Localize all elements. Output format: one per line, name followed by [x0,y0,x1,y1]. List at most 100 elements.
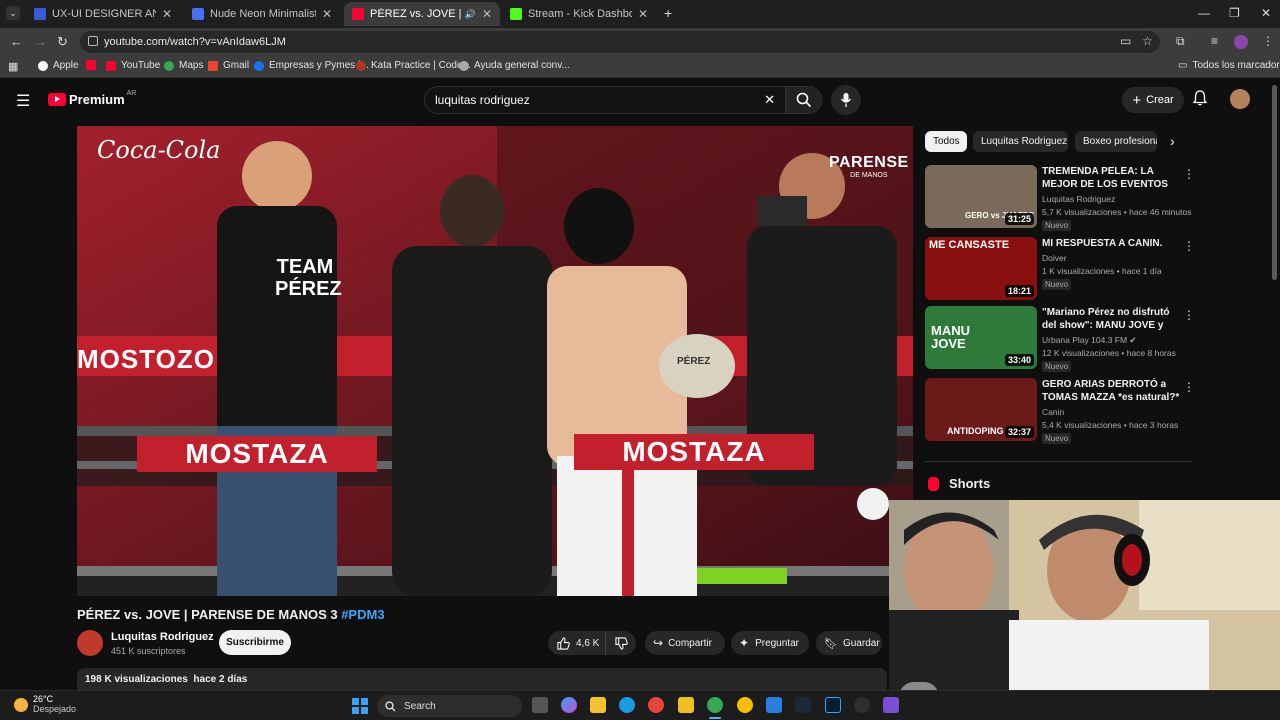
bookmark-apple[interactable]: Apple [38,60,79,71]
store-icon[interactable] [678,697,694,713]
recommendation-item[interactable]: ME CANSASTE 18:21 MI RESPUESTA A CANIN. … [925,237,1195,301]
tab-title: PÉREZ vs. JOVE | PARENSE D [370,8,461,20]
channel-avatar[interactable] [77,630,103,656]
steam-icon[interactable] [795,697,811,713]
youtube-logo[interactable]: Premium AR [48,90,136,107]
save-button[interactable]: 🔖︎ Guardar [816,631,882,655]
copilot-icon[interactable] [561,697,577,713]
browser-tab[interactable]: Stream - Kick Dashboard ✕ [502,2,656,26]
address-bar[interactable]: youtube.com/watch?v=vAnIdaw6LJM [80,31,1160,53]
reload-button[interactable]: ↻ [57,34,68,50]
video-hashtag[interactable]: #PDM3 [341,607,384,622]
recommendation-channel[interactable]: Luquitas Rodriguez [1042,194,1115,204]
more-options-icon[interactable]: ⋮ [1183,380,1195,394]
recommendation-item[interactable]: MANU JOVE 33:40 "Mariano Pérez no disfru… [925,306,1195,372]
close-icon[interactable]: ✕ [638,7,648,21]
app-icon[interactable] [883,697,899,713]
more-options-icon[interactable]: ⋮ [1183,239,1195,253]
browser-tab[interactable]: Nude Neon Minimalist Marketi ✕ [184,2,340,26]
task-view-icon[interactable] [532,697,548,713]
like-button[interactable]: 4,6 K [548,631,606,655]
subscribe-button[interactable]: Suscribirme [219,630,291,655]
windows-start-icon[interactable] [352,698,368,714]
video-thumbnail[interactable]: ME CANSASTE 18:21 [925,237,1037,300]
file-explorer-icon[interactable] [590,697,606,713]
recommendation-channel[interactable]: Canin [1042,407,1064,417]
maximize-button[interactable]: ❐ [1229,6,1240,20]
taskbar-search[interactable]: Search [377,695,522,717]
bookmark-ayuda[interactable]: Ayuda general conv... [459,60,570,71]
browser-tab-active[interactable]: PÉREZ vs. JOVE | PARENSE D 🔊 ✕ [344,2,500,26]
chevron-right-icon[interactable]: › [1170,133,1175,149]
create-button[interactable]: + Crear [1122,87,1184,113]
media-control-icon[interactable]: ≡ [1211,34,1218,48]
page-scrollbar[interactable] [1272,85,1277,280]
account-avatar[interactable] [1230,89,1250,109]
browser-tab[interactable]: UX-UI DESIGNER AND FRONTE ✕ [26,2,180,26]
all-bookmarks-folder[interactable]: ▭ Todos los marcadores [1178,60,1280,71]
recommendation-channel[interactable]: Urbana Play 104.3 FM ✔ [1042,335,1137,346]
bookmark-kata[interactable]: Kata Practice | Code... [356,60,471,71]
more-options-icon[interactable]: ⋮ [1183,167,1195,181]
bookmark-maps[interactable]: Maps [164,60,203,71]
chrome-profile-icon[interactable] [737,697,753,713]
profile-avatar[interactable] [1234,35,1248,49]
site-info-icon[interactable] [88,36,98,46]
hamburger-menu-icon[interactable]: ☰ [16,91,30,111]
glove-print: PÉREZ [677,356,711,367]
plus-icon: + [1132,91,1142,109]
video-thumbnail[interactable]: MANU JOVE 33:40 [925,306,1037,369]
obs-icon[interactable] [854,697,870,713]
extensions-icon[interactable]: ⧉ [1176,34,1185,49]
tab-search-icon[interactable]: ⌄ [6,6,20,20]
bookmark-youtube-icon-only[interactable] [86,60,101,70]
menu-icon[interactable]: ⋮ [1262,34,1274,48]
dislike-button[interactable] [606,631,636,655]
window-close-button[interactable]: ✕ [1261,6,1271,20]
channel-name[interactable]: Luquitas Rodriguez [111,631,214,643]
edge-icon[interactable] [619,697,635,713]
search-input[interactable]: luquitas rodriguez ✕ [424,86,786,114]
search-button[interactable] [786,86,822,114]
bookmark-gmail[interactable]: Gmail [208,60,249,71]
back-button[interactable]: ← [10,34,23,49]
chrome-icon[interactable] [648,697,664,713]
chrome-active-icon[interactable] [707,697,723,713]
recommendation-title: "Mariano Pérez no disfrutó del show": MA… [1042,307,1170,331]
chip-boxeo-profesional[interactable]: Boxeo profesional [1075,131,1157,152]
recommendation-item[interactable]: GERO vs JUAZPO 31:25 TREMENDA PELEA: LA … [925,165,1195,231]
close-icon[interactable]: ✕ [482,7,492,21]
weather-widget[interactable]: 26°C Despejado [14,694,76,715]
apps-grid-icon[interactable]: ▦ [8,60,18,73]
voice-search-button[interactable] [831,85,861,115]
recommendation-channel[interactable]: Doiver [1042,253,1067,263]
speaker-icon[interactable]: 🔊 [465,9,476,20]
minimize-button[interactable]: — [1198,6,1210,20]
cast-icon[interactable]: ▭ [1120,34,1131,48]
recommendation-age: hace 8 horas [1126,348,1176,358]
more-options-icon[interactable]: ⋮ [1183,308,1195,322]
forward-button[interactable]: → [34,34,47,49]
new-tab-button[interactable]: + [664,5,672,21]
video-title: PÉREZ vs. JOVE | PARENSE DE MANOS 3 #PDM… [77,607,385,622]
thumbs-down-icon [614,636,628,650]
description-box[interactable]: 198 K visualizaciones hace 2 días [77,668,887,692]
bookmark-empresas[interactable]: Empresas y Pymes |... [254,60,369,71]
close-icon[interactable]: ✕ [322,7,332,21]
chip-luquitas-rodriguez[interactable]: Luquitas Rodriguez [973,131,1068,152]
clear-search-icon[interactable]: ✕ [764,92,775,108]
bookmark-youtube[interactable]: YouTube [106,60,160,71]
recommendation-item[interactable]: ANTIDOPING 32:37 GERO ARIAS DERROTÓ a TO… [925,378,1195,444]
chip-todos[interactable]: Todos [925,131,967,152]
video-thumbnail[interactable]: GERO vs JUAZPO 31:25 [925,165,1037,228]
ask-button[interactable]: ✦ Preguntar [731,631,809,655]
notifications-bell-icon[interactable] [1192,90,1208,111]
share-button[interactable]: ↪ Compartir [645,631,725,655]
thumbs-up-icon [557,636,570,650]
video-player[interactable]: Coca-Cola PARENSE DE MANOS MOSTOZO MOSTA… [77,126,913,596]
photos-icon[interactable] [766,697,782,713]
photoshop-icon[interactable] [825,697,841,713]
video-thumbnail[interactable]: ANTIDOPING 32:37 [925,378,1037,441]
close-icon[interactable]: ✕ [162,7,172,21]
bookmark-star-icon[interactable]: ☆ [1142,34,1153,48]
